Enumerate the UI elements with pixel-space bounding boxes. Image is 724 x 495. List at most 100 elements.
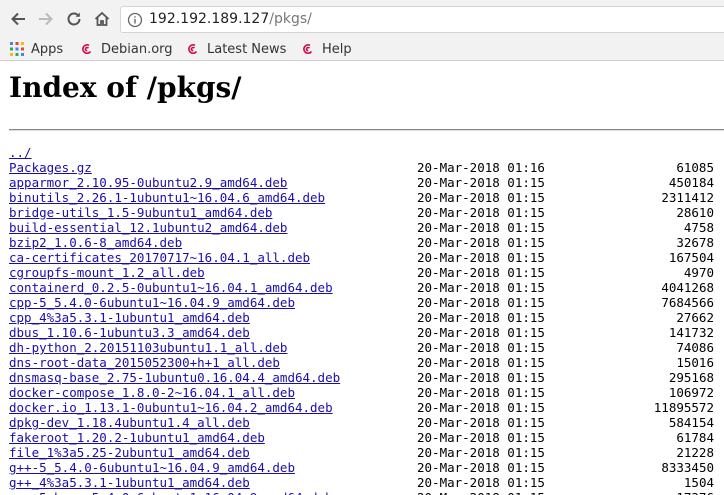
file-size: 15016 xyxy=(676,355,714,370)
file-size: 584154 xyxy=(668,415,714,430)
file-size: 32678 xyxy=(676,235,714,250)
file-size: 61085 xyxy=(676,160,714,175)
file-link[interactable]: dh-python_2.20151103ubuntu1.1_all.deb xyxy=(9,340,287,355)
file-link[interactable]: gcc-5-base_5.4.0-6ubuntu1~16.04.9_amd64.… xyxy=(9,490,333,495)
file-row: binutils_2.26.1-1ubuntu1~16.04.6_amd64.d… xyxy=(0,190,724,205)
file-date: 20-Mar-2018 01:15 xyxy=(417,220,545,235)
bookmark-debian-org[interactable]: Debian.org xyxy=(80,39,173,59)
file-date: 20-Mar-2018 01:15 xyxy=(417,370,545,385)
file-row: docker.io_1.13.1-0ubuntu1~16.04.2_amd64.… xyxy=(0,400,724,415)
file-size: 11895572 xyxy=(653,400,714,415)
file-row: g++_4%3a5.3.1-1ubuntu1_amd64.deb 20-Mar-2… xyxy=(0,475,724,490)
file-link[interactable]: cgroupfs-mount_1.2_all.deb xyxy=(9,265,205,280)
file-link[interactable]: ca-certificates_20170717~16.04.1_all.deb xyxy=(9,250,310,265)
file-date: 20-Mar-2018 01:15 xyxy=(417,400,545,415)
file-link[interactable]: cpp_4%3a5.3.1-1ubuntu1_amd64.deb xyxy=(9,310,250,325)
file-link[interactable]: g++_4%3a5.3.1-1ubuntu1_amd64.deb xyxy=(9,475,250,490)
file-link[interactable]: build-essential_12.1ubuntu2_amd64.deb xyxy=(9,220,287,235)
file-date: 20-Mar-2018 01:15 xyxy=(417,250,545,265)
file-row: cpp-5_5.4.0-6ubuntu1~16.04.9_amd64.deb 20… xyxy=(0,295,724,310)
file-row: containerd_0.2.5-0ubuntu1~16.04.1_amd64.… xyxy=(0,280,724,295)
file-size: 141732 xyxy=(668,325,714,340)
file-size: 21228 xyxy=(676,445,714,460)
file-date: 20-Mar-2018 01:15 xyxy=(417,190,545,205)
file-link[interactable]: bzip2_1.0.6-8_amd64.deb xyxy=(9,235,182,250)
file-size: 61784 xyxy=(676,430,714,445)
file-date: 20-Mar-2018 01:15 xyxy=(417,325,545,340)
page-title: Index of /pkgs/ xyxy=(9,71,242,104)
address-bar[interactable]: 192.192.189.127/pkgs/ xyxy=(120,6,724,33)
file-link[interactable]: fakeroot_1.20.2-1ubuntu1_amd64.deb xyxy=(9,430,265,445)
forward-button[interactable] xyxy=(36,9,56,29)
back-button[interactable] xyxy=(8,9,28,29)
bookmark-label: Debian.org xyxy=(101,41,173,57)
file-size: 7684566 xyxy=(661,295,714,310)
reload-button[interactable] xyxy=(64,9,84,29)
file-date: 20-Mar-2018 01:15 xyxy=(417,460,545,475)
file-date: 20-Mar-2018 01:16 xyxy=(417,160,545,175)
file-row: dh-python_2.20151103ubuntu1.1_all.deb 20-… xyxy=(0,340,724,355)
bookmark-apps[interactable]: Apps xyxy=(10,39,63,59)
file-date: 20-Mar-2018 01:15 xyxy=(417,355,545,370)
file-row: ca-certificates_20170717~16.04.1_all.deb… xyxy=(0,250,724,265)
bookmark-latest-news[interactable]: Latest News xyxy=(186,39,286,59)
home-icon xyxy=(94,11,110,26)
file-link[interactable]: dnsmasq-base_2.75-1ubuntu0.16.04.4_amd64… xyxy=(9,370,340,385)
file-date: 20-Mar-2018 01:15 xyxy=(417,475,545,490)
file-link[interactable]: apparmor_2.10.95-0ubuntu2.9_amd64.deb xyxy=(9,175,287,190)
file-listing: Packages.gz 20-Mar-2018 01:16 61085 apparmo… xyxy=(0,160,724,495)
file-row: file_1%3a5.25-2ubuntu1_amd64.deb 20-Mar-2… xyxy=(0,445,724,460)
page-content: Index of /pkgs/ ../ Packages.gz 20-Mar-20… xyxy=(0,61,724,495)
file-size: 27662 xyxy=(676,310,714,325)
bookmark-label: Apps xyxy=(31,41,64,57)
file-date: 20-Mar-2018 01:15 xyxy=(417,295,545,310)
file-link[interactable]: docker.io_1.13.1-0ubuntu1~16.04.2_amd64.… xyxy=(9,400,333,415)
file-date: 20-Mar-2018 01:15 xyxy=(417,415,545,430)
file-size: 8333450 xyxy=(661,460,714,475)
file-row: docker-compose_1.8.0-2~16.04.1_all.deb 20… xyxy=(0,385,724,400)
file-row: g++-5_5.4.0-6ubuntu1~16.04.9_amd64.deb 20… xyxy=(0,460,724,475)
file-date: 20-Mar-2018 01:15 xyxy=(417,175,545,190)
file-link[interactable]: docker-compose_1.8.0-2~16.04.1_all.deb xyxy=(9,385,295,400)
bookmark-label: Latest News xyxy=(207,41,287,57)
file-link[interactable]: g++-5_5.4.0-6ubuntu1~16.04.9_amd64.deb xyxy=(9,460,295,475)
file-row: dnsmasq-base_2.75-1ubuntu0.16.04.4_amd64… xyxy=(0,370,724,385)
url-path: /pkgs/ xyxy=(269,11,312,27)
file-link[interactable]: containerd_0.2.5-0ubuntu1~16.04.1_amd64.… xyxy=(9,280,333,295)
browser-toolbar: 192.192.189.127/pkgs/ xyxy=(0,0,724,38)
file-date: 20-Mar-2018 01:15 xyxy=(417,265,545,280)
url-host: 192.192.189.127 xyxy=(149,11,270,27)
file-link[interactable]: dbus_1.10.6-1ubuntu3.3_amd64.deb xyxy=(9,325,250,340)
file-size: 295168 xyxy=(668,370,714,385)
bookmark-label: Help xyxy=(322,41,352,57)
file-size: 2311412 xyxy=(661,190,714,205)
debian-swirl-icon xyxy=(188,44,198,54)
file-date: 20-Mar-2018 01:15 xyxy=(417,430,545,445)
file-date: 20-Mar-2018 01:15 xyxy=(417,280,545,295)
file-link[interactable]: dns-root-data_2015052300+h+1_all.deb xyxy=(9,355,280,370)
file-link[interactable]: cpp-5_5.4.0-6ubuntu1~16.04.9_amd64.deb xyxy=(9,295,295,310)
reload-icon xyxy=(67,12,81,26)
file-size: 74086 xyxy=(676,340,714,355)
parent-directory-link[interactable]: ../ xyxy=(9,145,32,160)
bookmark-help[interactable]: Help xyxy=(301,39,352,59)
file-link[interactable]: bridge-utils_1.5-9ubuntu1_amd64.deb xyxy=(9,205,272,220)
file-row: apparmor_2.10.95-0ubuntu2.9_amd64.deb 20-… xyxy=(0,175,724,190)
file-link[interactable]: binutils_2.26.1-1ubuntu1~16.04.6_amd64.d… xyxy=(9,190,325,205)
bookmarks-bar: Apps Debian.org Latest News Help xyxy=(0,38,724,61)
file-link[interactable]: Packages.gz xyxy=(9,160,92,175)
file-row: Packages.gz 20-Mar-2018 01:16 61085 xyxy=(0,160,724,175)
file-link[interactable]: dpkg-dev_1.18.4ubuntu1.4_all.deb xyxy=(9,415,250,430)
file-date: 20-Mar-2018 01:15 xyxy=(417,340,545,355)
file-row: cgroupfs-mount_1.2_all.deb 20-Mar-2018 01… xyxy=(0,265,724,280)
file-size: 4758 xyxy=(683,220,714,235)
back-arrow-icon xyxy=(11,12,25,26)
file-row: bzip2_1.0.6-8_amd64.deb 20-Mar-2018 01:15… xyxy=(0,235,724,250)
file-size: 167504 xyxy=(668,250,714,265)
file-size: 28610 xyxy=(676,205,714,220)
info-icon[interactable] xyxy=(127,12,143,28)
file-row: dbus_1.10.6-1ubuntu3.3_amd64.deb 20-Mar-2… xyxy=(0,325,724,340)
home-button[interactable] xyxy=(92,9,112,29)
file-size: 17376 xyxy=(676,490,714,495)
file-link[interactable]: file_1%3a5.25-2ubuntu1_amd64.deb xyxy=(9,445,250,460)
